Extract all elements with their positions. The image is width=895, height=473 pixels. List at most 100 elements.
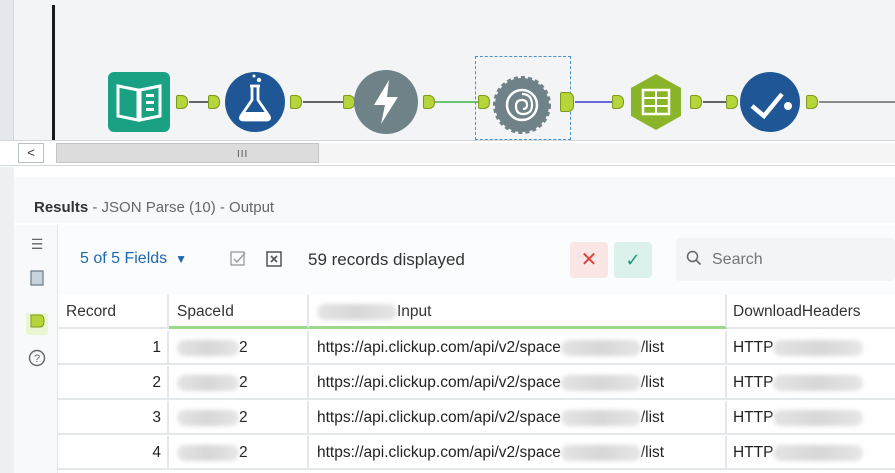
hexagon-table-icon — [631, 74, 681, 130]
column-header-downloadheaders[interactable]: DownloadHeaders — [727, 295, 895, 329]
cell-download-text: HTTP — [733, 339, 774, 356]
formula-icon[interactable] — [225, 72, 285, 132]
column-header-spaceid[interactable]: SpaceId — [169, 295, 309, 329]
redacted-text — [177, 374, 239, 391]
cell-input-suffix: /list — [640, 409, 665, 426]
results-subtitle: - JSON Parse (10) - Output — [88, 199, 275, 216]
search-icon — [686, 250, 702, 270]
cell-input-suffix: /list — [640, 374, 665, 391]
cell-input-url: https://api.clickup.com/api/v2/space — [317, 409, 561, 426]
redacted-text — [773, 444, 864, 461]
chevron-down-icon: ▼ — [175, 252, 188, 266]
fields-dropdown[interactable]: 5 of 5 Fields ▼ — [80, 250, 187, 268]
download-icon[interactable] — [356, 72, 416, 132]
search-input[interactable] — [710, 248, 890, 272]
json-parse-icon[interactable] — [492, 75, 552, 135]
summarize-icon[interactable] — [626, 72, 686, 132]
output-anchor[interactable] — [176, 95, 188, 109]
cell-spaceid: 2 — [169, 401, 309, 435]
results-left-gutter — [0, 167, 14, 473]
output-anchor[interactable] — [290, 95, 302, 109]
cell-spaceid-suffix: 2 — [239, 374, 248, 391]
column-header-record[interactable]: Record — [58, 295, 169, 329]
svg-text:?: ? — [34, 353, 40, 365]
cell-record: 2 — [58, 366, 169, 400]
workflow-canvas[interactable] — [0, 0, 895, 140]
redacted-text — [773, 374, 864, 391]
input-anchor[interactable] — [208, 95, 220, 109]
cell-spaceid: 2 — [169, 436, 309, 470]
apply-button[interactable]: ✓ — [614, 242, 652, 278]
input-anchor[interactable] — [343, 95, 355, 109]
cell-input: https://api.clickup.com/api/v2/space/lis… — [309, 401, 727, 435]
cell-input-suffix: /list — [640, 339, 665, 356]
check-circle-icon — [750, 92, 792, 120]
help-icon[interactable]: ? — [26, 349, 48, 371]
data-anchor-icon[interactable] — [26, 313, 48, 335]
message-icon[interactable] — [26, 269, 48, 291]
table-row[interactable]: 1 2 https://api.clickup.com/api/v2/space… — [58, 331, 895, 365]
results-title: Results - JSON Parse (10) - Output — [34, 199, 274, 216]
input-anchor[interactable] — [726, 95, 738, 109]
list-icon[interactable]: ☰ — [26, 233, 48, 255]
redacted-text — [177, 409, 239, 426]
search-box[interactable] — [676, 238, 895, 281]
output-anchor[interactable] — [806, 95, 818, 109]
cell-spaceid: 2 — [169, 366, 309, 400]
cell-record: 3 — [58, 401, 169, 435]
scroll-thumb[interactable]: III — [56, 143, 319, 163]
redacted-text — [773, 339, 864, 356]
input-data-icon[interactable] — [108, 72, 170, 132]
scroll-track[interactable] — [319, 143, 895, 163]
cell-spaceid-suffix: 2 — [239, 409, 248, 426]
cell-input: https://api.clickup.com/api/v2/space/lis… — [309, 331, 727, 365]
output-anchor[interactable] — [690, 95, 702, 109]
results-grid: Record SpaceId Input DownloadHeaders 1 2… — [58, 295, 895, 473]
redacted-text — [317, 303, 397, 320]
results-label: Results — [34, 199, 89, 216]
cell-input-url: https://api.clickup.com/api/v2/space — [317, 374, 561, 391]
cell-input-url: https://api.clickup.com/api/v2/space — [317, 339, 561, 356]
input-anchor[interactable] — [612, 95, 624, 109]
column-header-input-label: Input — [397, 303, 432, 320]
close-icon: ✕ — [580, 249, 598, 271]
cell-spaceid: 2 — [169, 331, 309, 365]
redacted-text — [560, 409, 641, 426]
redacted-text — [560, 339, 641, 356]
cell-record: 4 — [58, 436, 169, 470]
redacted-text — [177, 444, 239, 461]
check-icon: ✓ — [625, 250, 641, 270]
table-row[interactable]: 2 2 https://api.clickup.com/api/v2/space… — [58, 366, 895, 400]
book-icon — [116, 84, 162, 122]
redacted-text — [560, 374, 641, 391]
table-row[interactable]: 3 2 https://api.clickup.com/api/v2/space… — [58, 401, 895, 435]
cell-spaceid-suffix: 2 — [239, 444, 248, 461]
fields-label: 5 of 5 Fields — [80, 250, 168, 267]
canvas-horizontal-scrollbar[interactable]: < III — [0, 140, 895, 166]
clear-box-icon[interactable] — [264, 250, 284, 270]
cell-download-text: HTTP — [733, 409, 774, 426]
cell-downloadheaders: HTTP — [727, 436, 895, 470]
browse-icon[interactable] — [740, 72, 800, 132]
output-anchor[interactable] — [560, 92, 574, 112]
column-header-input[interactable]: Input — [309, 295, 727, 329]
cell-downloadheaders: HTTP — [727, 366, 895, 400]
results-toolbar: 5 of 5 Fields ▼ 59 records displayed ✕ ✓ — [58, 225, 895, 295]
table-row[interactable]: 4 2 https://api.clickup.com/api/v2/space… — [58, 436, 895, 470]
checkbox-edit-icon[interactable] — [228, 250, 248, 270]
redacted-text — [177, 339, 239, 356]
cell-record: 1 — [58, 331, 169, 365]
cell-downloadheaders: HTTP — [727, 401, 895, 435]
results-pane: Results - JSON Parse (10) - Output ☰ ? 5… — [0, 167, 895, 473]
cell-download-text: HTTP — [733, 444, 774, 461]
scroll-left-button[interactable]: < — [18, 143, 44, 163]
table-header-row: Record SpaceId Input DownloadHeaders — [58, 295, 895, 329]
cell-input-suffix: /list — [640, 444, 665, 461]
cancel-button[interactable]: ✕ — [570, 242, 608, 278]
cell-input: https://api.clickup.com/api/v2/space/lis… — [309, 436, 727, 470]
records-displayed: 59 records displayed — [308, 250, 465, 269]
scroll-grip: III — [237, 149, 249, 160]
gear-icon — [493, 76, 551, 134]
flask-icon — [239, 74, 271, 122]
output-anchor[interactable] — [423, 95, 435, 109]
